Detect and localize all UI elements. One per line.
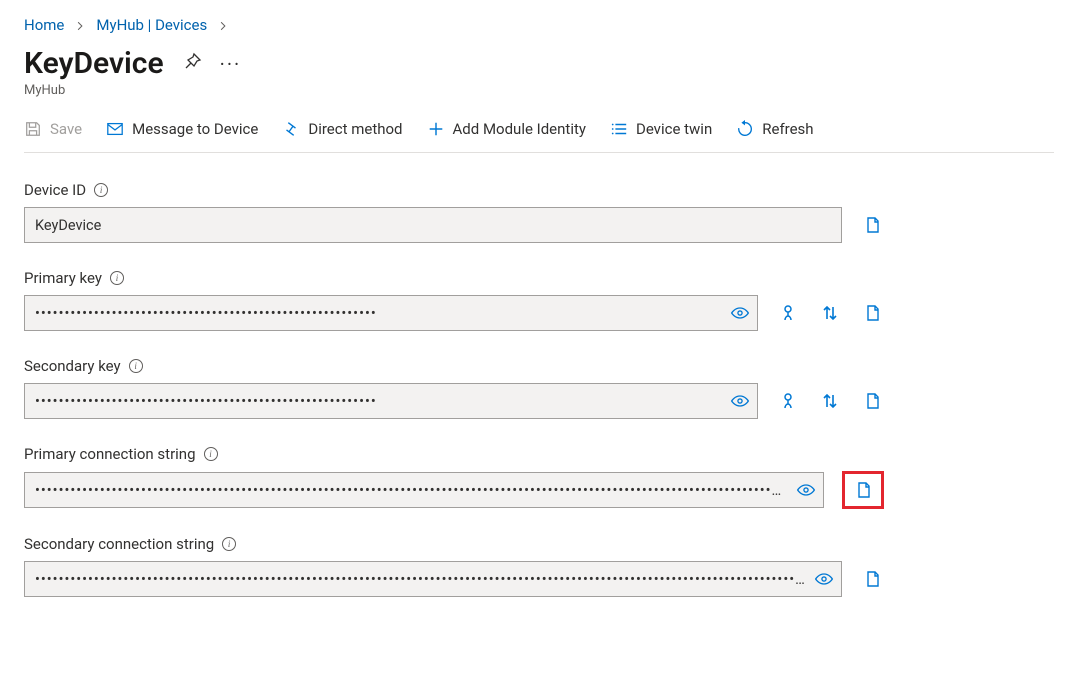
copy-primary-key-button[interactable]	[860, 301, 884, 325]
message-to-device-button[interactable]: Message to Device	[106, 120, 258, 138]
show-primary-key-button[interactable]	[730, 303, 750, 323]
breadcrumb-home[interactable]: Home	[24, 16, 64, 34]
primary-key-input[interactable]	[24, 295, 758, 331]
direct-method-button[interactable]: Direct method	[282, 120, 402, 138]
info-icon[interactable]: i	[110, 271, 124, 285]
secondary-key-label: Secondary key	[24, 357, 121, 375]
chevron-right-icon	[217, 18, 229, 32]
refresh-button[interactable]: Refresh	[736, 120, 813, 138]
info-icon[interactable]: i	[204, 447, 218, 461]
breadcrumb: Home MyHub | Devices	[24, 16, 1054, 34]
toolbar: Save Message to Device Direct method Add…	[24, 114, 1054, 153]
regenerate-primary-key-button[interactable]	[776, 301, 800, 325]
swap-primary-key-button[interactable]	[818, 301, 842, 325]
direct-label: Direct method	[308, 120, 402, 138]
save-icon	[24, 120, 42, 138]
primary-key-field: Primary key i	[24, 269, 884, 331]
secondary-key-input[interactable]	[24, 383, 758, 419]
show-secondary-key-button[interactable]	[730, 391, 750, 411]
primary-key-label: Primary key	[24, 269, 102, 287]
device-twin-button[interactable]: Device twin	[610, 120, 712, 138]
chevron-right-icon	[74, 18, 86, 32]
device-id-input[interactable]	[24, 207, 842, 243]
add-module-button[interactable]: Add Module Identity	[427, 120, 586, 138]
save-label: Save	[50, 120, 82, 138]
pin-button[interactable]	[182, 52, 202, 76]
copy-secondary-connection-button[interactable]	[860, 567, 884, 591]
info-icon[interactable]: i	[94, 183, 108, 197]
swap-secondary-key-button[interactable]	[818, 389, 842, 413]
copy-primary-connection-button[interactable]	[851, 478, 875, 502]
info-icon[interactable]: i	[129, 359, 143, 373]
info-icon[interactable]: i	[222, 537, 236, 551]
breadcrumb-parent[interactable]: MyHub | Devices	[96, 16, 207, 34]
device-id-label: Device ID	[24, 181, 86, 199]
title-row: KeyDevice ···	[24, 46, 1054, 81]
copy-device-id-button[interactable]	[860, 213, 884, 237]
copy-secondary-key-button[interactable]	[860, 389, 884, 413]
regenerate-secondary-key-button[interactable]	[776, 389, 800, 413]
mail-icon	[106, 120, 124, 138]
secondary-key-field: Secondary key i	[24, 357, 884, 419]
direct-icon	[282, 120, 300, 138]
refresh-label: Refresh	[762, 120, 813, 138]
secondary-connection-label: Secondary connection string	[24, 535, 214, 553]
primary-connection-label: Primary connection string	[24, 445, 196, 463]
add-module-label: Add Module Identity	[453, 120, 586, 138]
list-icon	[610, 120, 628, 138]
device-form: Device ID i Primary key i Seconda	[24, 181, 884, 597]
secondary-connection-input[interactable]	[24, 561, 842, 597]
show-primary-connection-button[interactable]	[796, 480, 816, 500]
primary-connection-field: Primary connection string i	[24, 445, 884, 509]
show-secondary-connection-button[interactable]	[814, 569, 834, 589]
message-label: Message to Device	[132, 120, 258, 138]
secondary-connection-field: Secondary connection string i	[24, 535, 884, 597]
more-button[interactable]: ···	[220, 52, 242, 76]
plus-icon	[427, 120, 445, 138]
twin-label: Device twin	[636, 120, 712, 138]
highlight-copy-primary-connection	[842, 471, 884, 509]
page-subtitle: MyHub	[24, 83, 1054, 98]
refresh-icon	[736, 120, 754, 138]
save-button: Save	[24, 120, 82, 138]
device-id-field: Device ID i	[24, 181, 884, 243]
page-title: KeyDevice	[24, 46, 164, 81]
primary-connection-input[interactable]	[24, 472, 824, 508]
